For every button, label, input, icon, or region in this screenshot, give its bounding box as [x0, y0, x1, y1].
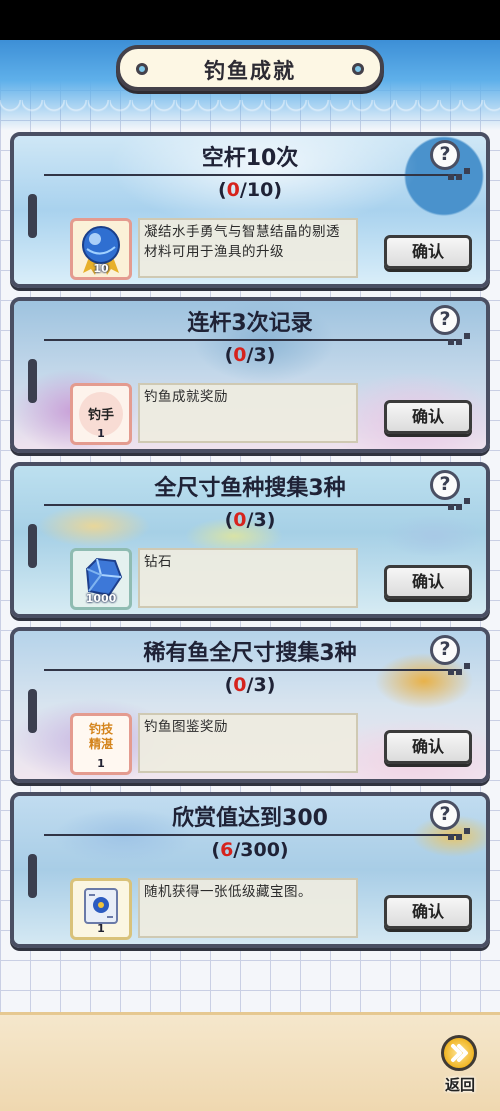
reward-description: 随机获得一张低级藏宝图。	[138, 878, 358, 938]
status-bar	[0, 0, 500, 40]
corner-deco-icon	[448, 327, 474, 345]
title-divider	[44, 834, 456, 836]
corner-deco-icon	[448, 492, 474, 510]
reward-icon[interactable]: 钓手 1	[70, 383, 132, 445]
reward-count: 1	[97, 922, 105, 935]
title-divider	[44, 339, 456, 341]
back-button[interactable]	[441, 1035, 477, 1071]
achievement-progress: (0/3)	[224, 509, 276, 531]
reward-description: 钓鱼成就奖励	[138, 383, 358, 443]
progress-total: 300	[240, 839, 280, 861]
reward-icon[interactable]: 钓技 精湛 1	[70, 713, 132, 775]
achievement-progress: (0/10)	[217, 179, 282, 201]
reward-label: 钓手	[87, 408, 114, 423]
achievement-card: 全尺寸鱼种搜集3种 (0/3) ? 1000 钻石 确认	[10, 462, 490, 618]
achievement-card: 连杆3次记录 (0/3) ? 钓手 1 钓鱼成就奖励 确认	[10, 297, 490, 453]
achievement-title: 全尺寸鱼种搜集3种	[154, 476, 346, 501]
reward-description: 凝结水手勇气与智慧结晶的剔透材料可用于渔具的升级	[138, 218, 358, 278]
reward-label-bottom: 精湛	[88, 737, 113, 751]
achievement-progress: (0/3)	[224, 674, 276, 696]
reward-count: 10	[93, 262, 109, 275]
corner-deco-icon	[448, 657, 474, 675]
reward-label-top: 钓技	[88, 722, 113, 736]
confirm-button[interactable]: 确认	[384, 730, 472, 764]
title-divider	[44, 669, 456, 671]
progress-total: 3	[253, 674, 267, 696]
progress-current: 0	[233, 509, 247, 531]
achievement-progress: (0/3)	[224, 344, 276, 366]
title-divider	[44, 174, 456, 176]
corner-deco-icon	[448, 162, 474, 180]
achievement-card: 空杆10次 (0/10) ? 10 凝结水手勇气与智慧结晶的剔透材料可用于渔具的…	[10, 132, 490, 288]
progress-current: 0	[233, 344, 247, 366]
achievement-title: 空杆10次	[201, 146, 299, 171]
confirm-button[interactable]: 确认	[384, 895, 472, 929]
confirm-button[interactable]: 确认	[384, 400, 472, 434]
reward-count: 1	[97, 757, 105, 770]
achievement-title: 稀有鱼全尺寸搜集3种	[143, 641, 357, 666]
reward-icon[interactable]: 1	[70, 878, 132, 940]
title-divider	[44, 504, 456, 506]
fishing-skill-badge-icon: 钓技 精湛	[73, 722, 129, 752]
progress-total: 3	[253, 344, 267, 366]
title-plate: 钓鱼成就	[116, 45, 384, 91]
confirm-button[interactable]: 确认	[384, 235, 472, 269]
confirm-button[interactable]: 确认	[384, 565, 472, 599]
progress-current: 0	[226, 179, 240, 201]
progress-current: 0	[233, 674, 247, 696]
achievement-progress: (6/300)	[211, 839, 289, 861]
achievement-card: 欣赏值达到300 (6/300) ? 1 随机获得一张低级藏宝图。 确认	[10, 792, 490, 948]
progress-total: 3	[253, 509, 267, 531]
back-label[interactable]: 返回	[438, 1074, 482, 1095]
corner-deco-icon	[448, 822, 474, 840]
reward-description: 钓鱼图鉴奖励	[138, 713, 358, 773]
double-chevron-icon	[451, 1044, 468, 1062]
progress-total: 10	[246, 179, 274, 201]
reward-description: 钻石	[138, 548, 358, 608]
achievement-title: 连杆3次记录	[187, 311, 313, 336]
reward-icon[interactable]: 1000	[70, 548, 132, 610]
reward-icon[interactable]: 10	[70, 218, 132, 280]
bottom-bar	[0, 1012, 500, 1111]
page-title: 钓鱼成就	[204, 59, 296, 83]
achievement-title: 欣赏值达到300	[172, 806, 328, 831]
progress-current: 6	[220, 839, 234, 861]
achievement-card: 稀有鱼全尺寸搜集3种 (0/3) ? 钓技 精湛 1 钓鱼图鉴奖励 确认	[10, 627, 490, 783]
reward-count: 1000	[85, 592, 117, 605]
reward-count: 1	[97, 427, 105, 440]
